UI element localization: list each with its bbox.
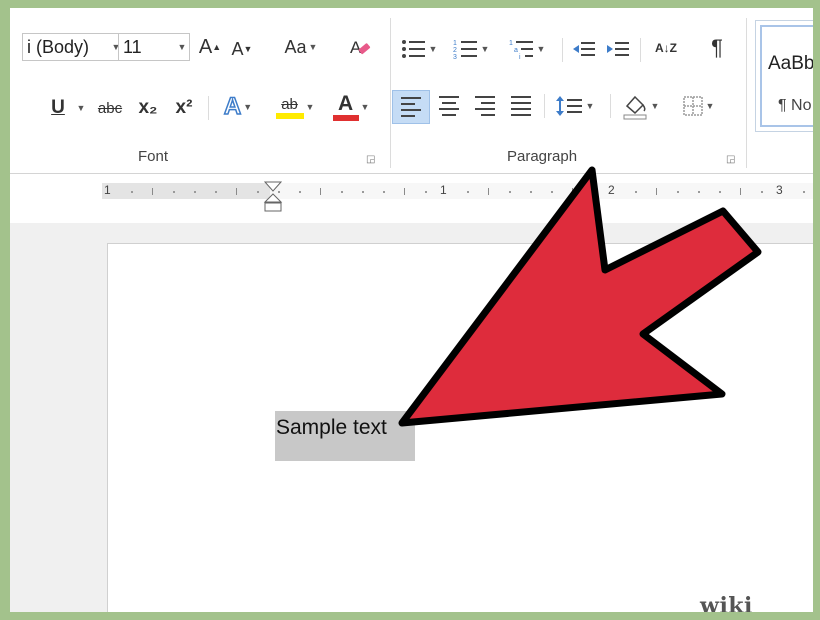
app-window: i (Body) ▼ 11 ▼ A ▲ A ▼ Aa ▼ A U ▼ abc x… [10, 8, 813, 612]
watermark-part1: wiki [700, 593, 753, 612]
watermark-part2: How [752, 593, 809, 612]
watermark: wikiHow [700, 593, 809, 612]
red-arrow-pointer [398, 166, 762, 427]
